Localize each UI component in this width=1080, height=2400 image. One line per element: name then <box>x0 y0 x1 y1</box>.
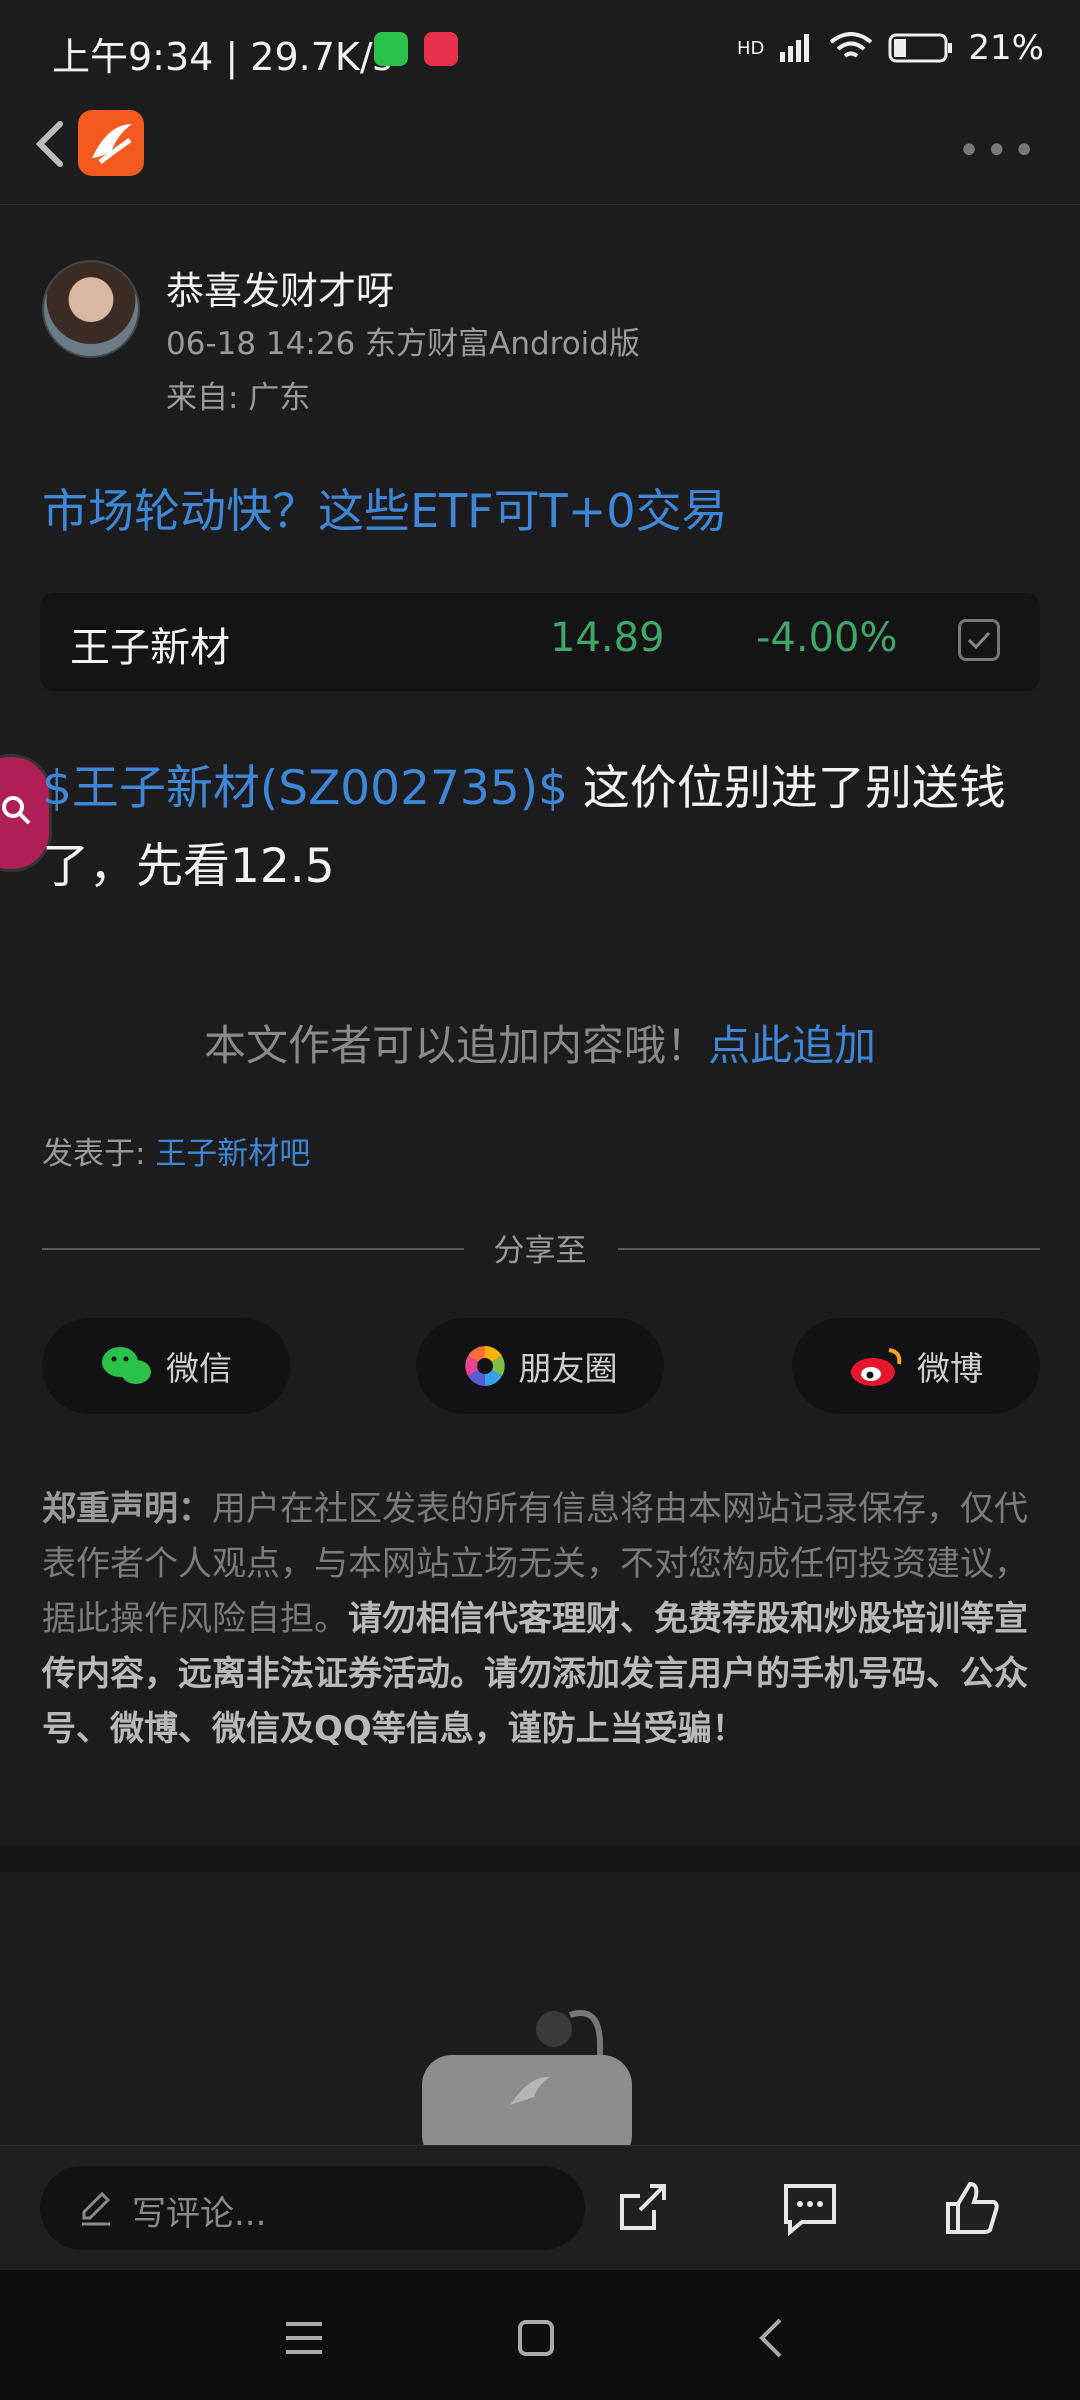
stock-card[interactable]: 王子新材 14.89 -4.00% <box>40 593 1040 691</box>
moments-icon <box>464 1346 505 1386</box>
posted-in: 发表于: 王子新材吧 <box>42 1128 310 1173</box>
status-time: 上午9:34 | 29.7K/s <box>52 35 393 79</box>
signal-icon <box>780 34 810 62</box>
comment-input[interactable]: 写评论... <box>40 2166 585 2250</box>
append-content-line: 本文作者可以追加内容哦！点此追加 <box>0 1012 1080 1073</box>
system-nav-bar <box>0 2270 1080 2400</box>
battery-percent: 21% <box>968 28 1044 68</box>
comment-bar: 写评论... <box>0 2145 1080 2271</box>
share-moments-label: 朋友圈 <box>518 1349 618 1388</box>
status-bar: 上午9:34 | 29.7K/s HD 21% <box>0 0 1080 100</box>
system-back-icon[interactable] <box>742 2308 802 2368</box>
section-divider <box>0 1846 1080 1872</box>
stock-change: -4.00% <box>756 615 898 661</box>
share-wechat-button[interactable]: 微信 <box>42 1318 290 1414</box>
stock-tag-link[interactable]: $王子新材(SZ002735)$ <box>42 761 568 816</box>
checkbox-icon[interactable] <box>958 619 1000 661</box>
empty-state-illustration <box>422 2010 632 2145</box>
comments-icon[interactable] <box>778 2176 842 2240</box>
pencil-icon <box>82 2191 111 2226</box>
battery-icon <box>888 33 953 63</box>
author-avatar[interactable] <box>42 260 140 358</box>
share-weibo-button[interactable]: 微博 <box>792 1318 1040 1414</box>
disclaimer-heading: 郑重声明： <box>42 1489 212 1529</box>
post-body: $王子新材(SZ002735)$ 这价位别进了别送钱了，先看12.5 <box>42 750 1042 906</box>
append-prompt: 本文作者可以追加内容哦！ <box>203 1021 708 1070</box>
wechat-notification-icon <box>374 32 408 66</box>
weibo-icon <box>851 1348 902 1386</box>
eastmoney-logo-icon <box>78 110 144 176</box>
post-meta: 06-18 14:26 东方财富Android版 <box>166 326 640 362</box>
more-options-icon[interactable]: ••• <box>957 128 1040 174</box>
wechat-icon <box>102 1347 151 1384</box>
append-link[interactable]: 点此追加 <box>708 1021 876 1070</box>
stock-name: 王子新材 <box>70 625 230 671</box>
hd-label: HD <box>737 37 765 59</box>
xiaohongshu-notification-icon <box>424 32 458 66</box>
author-name[interactable]: 恭喜发财才呀 <box>166 260 394 315</box>
share-weibo-label: 微博 <box>917 1349 983 1388</box>
share-out-icon[interactable] <box>610 2176 674 2240</box>
menu-icon[interactable] <box>274 2308 334 2368</box>
wifi-icon <box>830 32 873 58</box>
comment-placeholder: 写评论... <box>132 2194 267 2234</box>
post-title[interactable]: 市场轮动快？这些ETF可T+0交易 <box>42 475 728 541</box>
posted-label: 发表于: <box>42 1136 156 1172</box>
search-icon <box>2 796 31 825</box>
status-right: HD 21% <box>737 28 1044 68</box>
back-arrow-icon[interactable] <box>22 114 82 174</box>
share-moments-button[interactable]: 朋友圈 <box>416 1318 664 1414</box>
share-wechat-label: 微信 <box>166 1349 232 1388</box>
nav-bar: ••• <box>0 100 1080 205</box>
home-icon[interactable] <box>506 2308 566 2368</box>
post-location: 来自: 广东 <box>166 380 311 416</box>
forum-link[interactable]: 王子新材吧 <box>155 1136 310 1172</box>
disclaimer: 郑重声明：用户在社区发表的所有信息将由本网站记录保存，仅代表作者个人观点，与本网… <box>42 1482 1042 1757</box>
stock-price: 14.89 <box>550 615 665 661</box>
like-icon[interactable] <box>940 2176 1004 2240</box>
share-label: 分享至 <box>493 1233 587 1269</box>
